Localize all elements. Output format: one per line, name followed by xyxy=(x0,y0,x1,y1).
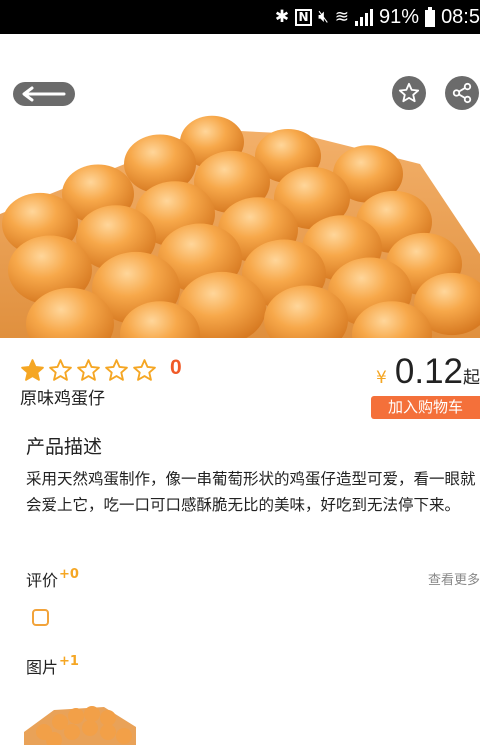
back-arrow-icon xyxy=(22,86,66,102)
price: ¥ 0.12 起 xyxy=(376,352,480,392)
add-to-cart-button[interactable]: 加入购物车 xyxy=(371,396,480,419)
images-label: 图片 xyxy=(26,658,59,677)
mute-icon: 🔇︎ xyxy=(318,7,329,27)
star-outline-icon xyxy=(398,82,420,103)
image-thumbnail[interactable] xyxy=(24,692,136,745)
bluetooth-icon: ✱ xyxy=(274,7,290,27)
battery-icon xyxy=(425,6,436,27)
thumbnail-bubble xyxy=(116,728,132,744)
battery-percent: 91% xyxy=(379,6,420,28)
images-header: 图片+1 xyxy=(26,654,79,678)
thumbnail-bubble xyxy=(100,724,116,740)
clock: 08:5 xyxy=(441,6,480,28)
back-button[interactable] xyxy=(13,82,75,106)
currency-symbol: ¥ xyxy=(376,368,387,388)
price-suffix: 起 xyxy=(463,368,480,388)
signal-icon xyxy=(355,8,374,26)
star-empty-icon xyxy=(49,359,72,381)
wifi-icon: ≋ xyxy=(334,7,350,27)
star-empty-icon xyxy=(133,359,156,381)
description-text: 采用天然鸡蛋制作，像一串葡萄形状的鸡蛋仔造型可爱，看一眼就会爱上它，吃一口可口感… xyxy=(26,470,476,514)
nfc-icon: N xyxy=(295,8,313,26)
thumbnail-bubble xyxy=(100,710,116,726)
star-empty-icon xyxy=(105,359,128,381)
reviews-header: 评价+0 xyxy=(26,567,79,591)
review-checkbox[interactable] xyxy=(32,609,49,626)
description-title: 产品描述 xyxy=(26,436,103,458)
thumbnail-photo xyxy=(24,706,136,745)
rating-stars xyxy=(20,358,157,383)
thumbnail-bubble xyxy=(68,708,84,724)
share-button[interactable] xyxy=(445,76,479,110)
thumbnail-bubble xyxy=(84,706,100,722)
favorite-button[interactable] xyxy=(392,76,426,110)
thumbnail-bubble xyxy=(64,724,80,740)
product-name: 原味鸡蛋仔 xyxy=(20,389,105,409)
thumbnail-bubble xyxy=(82,720,98,736)
reviews-label: 评价 xyxy=(26,571,59,590)
images-count: +1 xyxy=(59,654,79,669)
rating-count: 0 xyxy=(170,356,182,379)
status-bar: ✱ N 🔇︎ ≋ 91% 08:5 xyxy=(0,0,480,34)
reviews-count: +0 xyxy=(59,567,79,582)
price-value: 0.12 xyxy=(394,352,463,391)
star-filled-icon xyxy=(21,359,44,381)
star-empty-icon xyxy=(77,359,100,381)
status-icons: ✱ N 🔇︎ ≋ 91% 08:5 xyxy=(275,0,480,34)
view-more-link[interactable]: 查看更多 xyxy=(428,569,480,588)
share-icon xyxy=(452,82,472,104)
